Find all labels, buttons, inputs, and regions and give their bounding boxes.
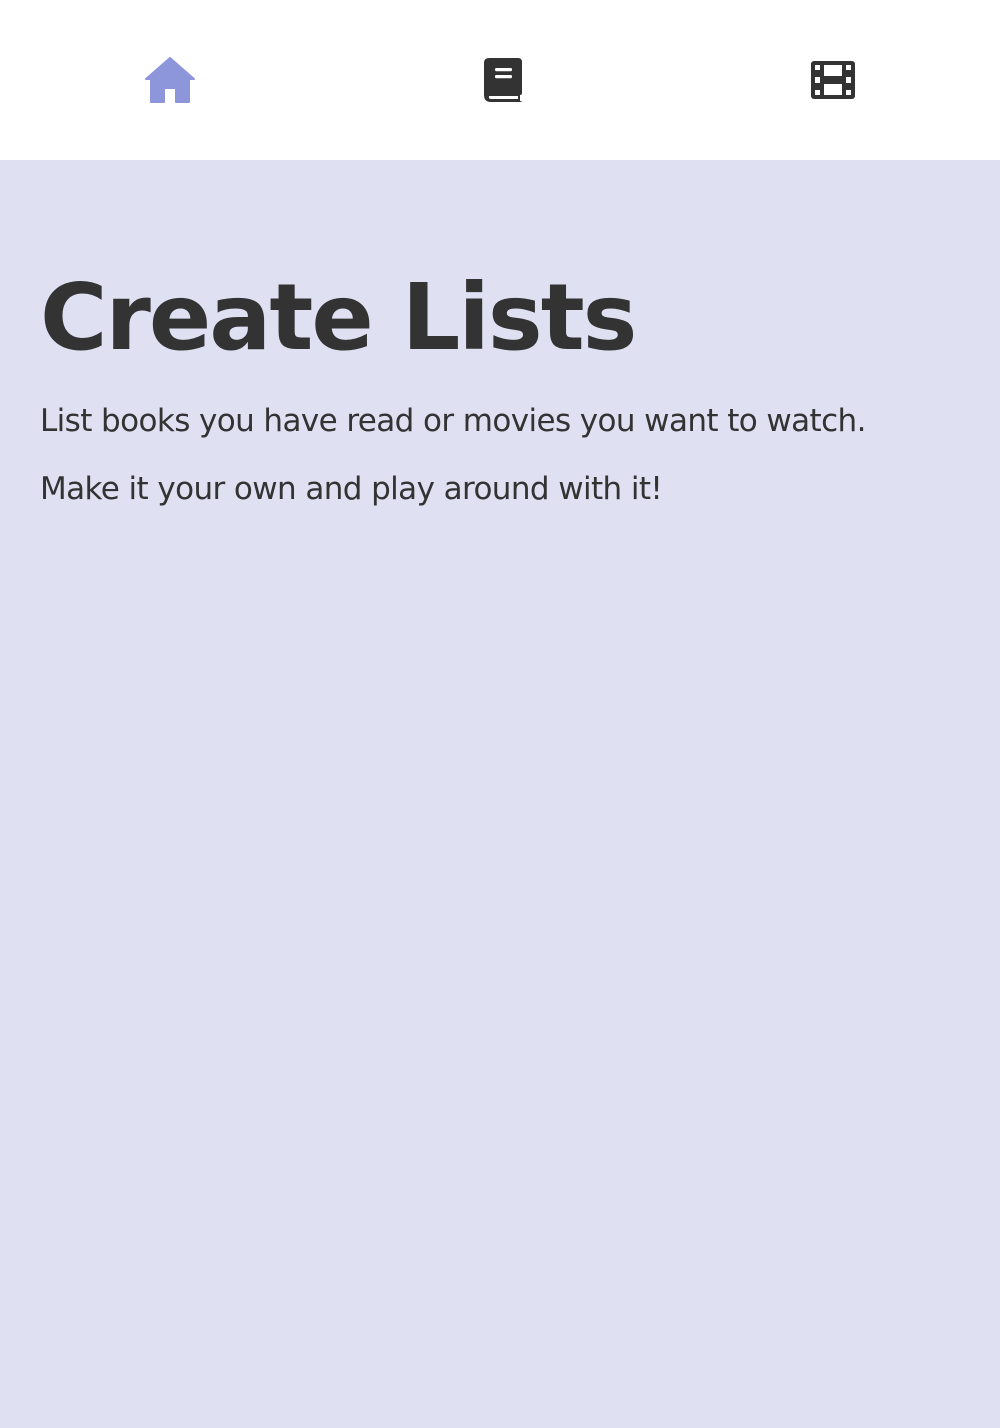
top-navigation bbox=[0, 0, 1000, 160]
home-icon bbox=[145, 57, 195, 103]
film-icon bbox=[811, 61, 855, 99]
hero-description-line-1: List books you have read or movies you w… bbox=[40, 403, 866, 439]
page-title: Create Lists bbox=[40, 264, 637, 371]
nav-home-button[interactable] bbox=[110, 0, 230, 160]
main-content: Create Lists List books you have read or… bbox=[0, 160, 1000, 1428]
nav-films-button[interactable] bbox=[773, 0, 893, 160]
nav-books-button[interactable] bbox=[443, 0, 563, 160]
book-icon bbox=[484, 58, 522, 102]
hero-description-line-2: Make it your own and play around with it… bbox=[40, 471, 663, 507]
